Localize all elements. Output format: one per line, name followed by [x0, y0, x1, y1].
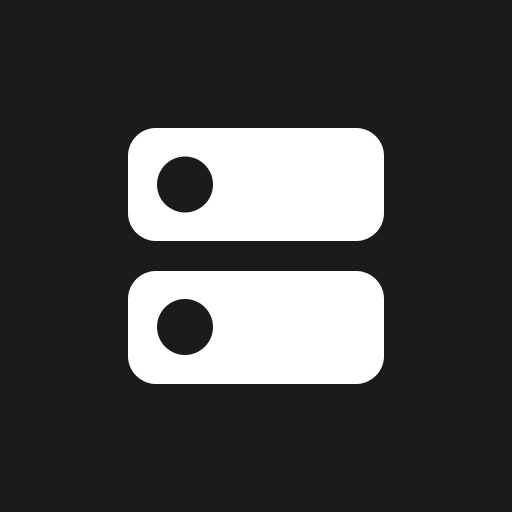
server-unit-top — [128, 128, 384, 241]
server-unit-bottom — [128, 271, 384, 384]
server-unit-bottom-indicator — [157, 299, 213, 355]
app-icon-canvas — [0, 0, 512, 512]
server-icon — [128, 128, 384, 384]
server-unit-top-indicator — [157, 156, 213, 213]
